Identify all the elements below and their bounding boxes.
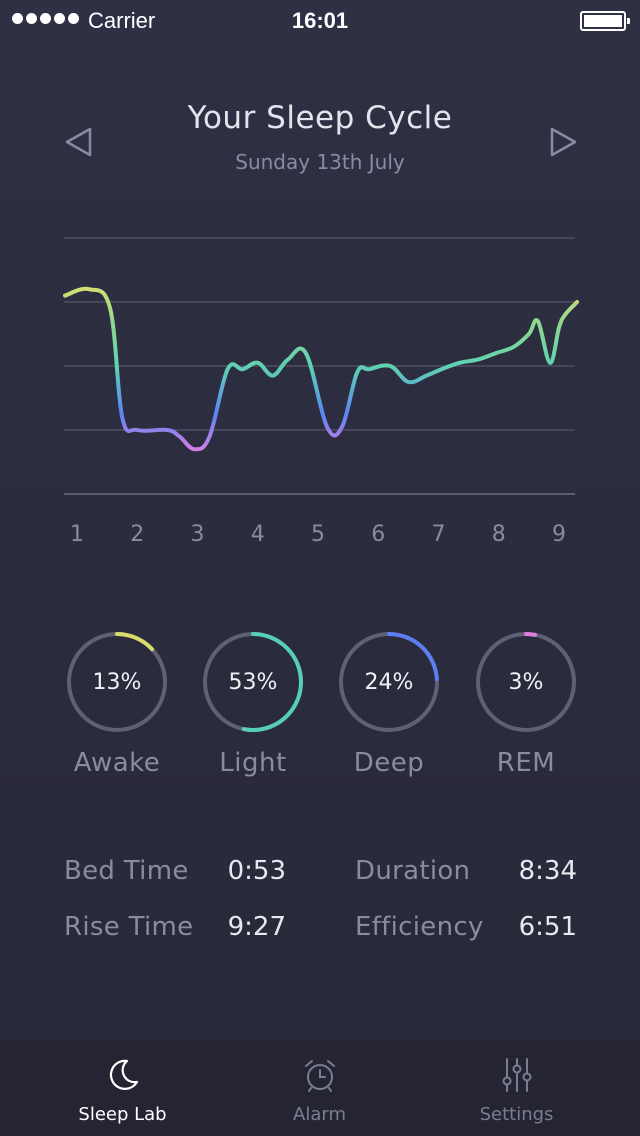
deep-percent: 24%	[364, 670, 414, 695]
rise-time-value: 9:27	[227, 912, 286, 942]
x-axis-tick-label: 6	[371, 522, 386, 547]
x-axis-tick-label: 3	[190, 522, 205, 547]
bed-time-value: 0:53	[227, 856, 286, 886]
tab-alarm[interactable]: Alarm	[213, 1039, 426, 1136]
bed-time-label: Bed Time	[64, 856, 189, 886]
x-axis-tick-label: 2	[130, 522, 145, 547]
alarm-clock-icon	[304, 1060, 335, 1092]
tab-settings[interactable]: Settings	[410, 1039, 623, 1136]
efficiency-label: Efficiency	[355, 912, 484, 942]
duration-label: Duration	[355, 856, 471, 886]
x-axis-tick-label: 9	[552, 522, 566, 547]
x-axis-tick-label: 1	[70, 522, 84, 547]
x-axis-tick-label: 7	[431, 522, 446, 547]
page-title: Your Sleep Cycle	[187, 100, 453, 136]
rem-percent: 3%	[508, 670, 544, 695]
awake-label: Awake	[73, 748, 161, 778]
light-label: Light	[219, 748, 287, 778]
x-axis-tick-label: 4	[250, 522, 265, 547]
x-axis-tick-label: 5	[311, 522, 325, 547]
tab-alarm-label: Alarm	[293, 1104, 346, 1125]
sleep-cycle-line	[63, 286, 580, 452]
duration-value: 8:34	[518, 856, 577, 886]
rise-time-label: Rise Time	[64, 912, 194, 942]
date-subtitle: Sunday 13th July	[235, 150, 405, 174]
tab-settings-label: Settings	[479, 1104, 554, 1125]
stage-awake: 13% Awake	[62, 630, 172, 790]
rem-label: REM	[496, 748, 556, 778]
tab-sleep-lab[interactable]: Sleep Lab	[16, 1039, 229, 1136]
tab-bar: Sleep Lab Alarm Settings	[0, 1038, 640, 1136]
status-bar: Carrier 16:01	[0, 0, 640, 40]
efficiency-value: 6:51	[518, 912, 577, 942]
sliders-icon	[502, 1058, 531, 1092]
stage-rem: 3% REM	[471, 630, 581, 790]
sleep-cycle-chart	[63, 237, 580, 495]
awake-percent: 13%	[92, 670, 142, 695]
tab-sleep-lab-label: Sleep Lab	[78, 1104, 167, 1125]
next-day-button[interactable]	[548, 126, 578, 158]
battery-icon	[580, 11, 630, 31]
triangle-right-icon	[550, 127, 577, 157]
x-axis-tick-label: 8	[491, 522, 506, 547]
status-time: 16:01	[291, 8, 349, 33]
deep-label: Deep	[353, 748, 425, 778]
moon-icon	[109, 1059, 138, 1090]
stage-deep: 24% Deep	[334, 630, 444, 790]
light-percent: 53%	[228, 670, 278, 695]
stage-light: 53% Light	[198, 630, 308, 790]
